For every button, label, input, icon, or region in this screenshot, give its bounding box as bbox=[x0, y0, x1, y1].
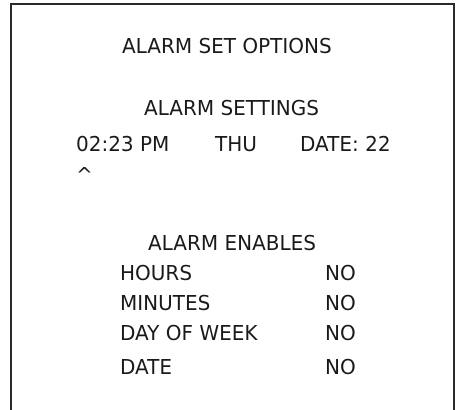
display-frame: ALARM SET OPTIONS ALARM SETTINGS 02:23 P… bbox=[0, 0, 458, 410]
enable-toggle-day-of-week[interactable]: NO bbox=[325, 321, 356, 345]
alarm-day-field[interactable]: THU bbox=[215, 132, 257, 156]
alarm-settings-heading: ALARM SETTINGS bbox=[144, 96, 319, 120]
enable-toggle-hours[interactable]: NO bbox=[325, 261, 356, 285]
alarm-time-field[interactable]: 02:23 PM bbox=[76, 132, 169, 156]
enable-toggle-date[interactable]: NO bbox=[325, 355, 356, 379]
enable-label-day-of-week: DAY OF WEEK bbox=[120, 321, 258, 345]
screen-title: ALARM SET OPTIONS bbox=[122, 34, 332, 58]
enable-label-date: DATE bbox=[120, 355, 173, 379]
edit-cursor-indicator: ^ bbox=[76, 163, 93, 187]
enable-label-hours: HOURS bbox=[120, 261, 193, 285]
alarm-enables-heading: ALARM ENABLES bbox=[148, 231, 316, 255]
enable-toggle-minutes[interactable]: NO bbox=[325, 291, 356, 315]
frame-border-right bbox=[453, 3, 455, 410]
alarm-date-field[interactable]: DATE: 22 bbox=[300, 132, 391, 156]
frame-border-top bbox=[10, 3, 454, 5]
enable-label-minutes: MINUTES bbox=[120, 291, 211, 315]
frame-border-left bbox=[10, 3, 12, 410]
